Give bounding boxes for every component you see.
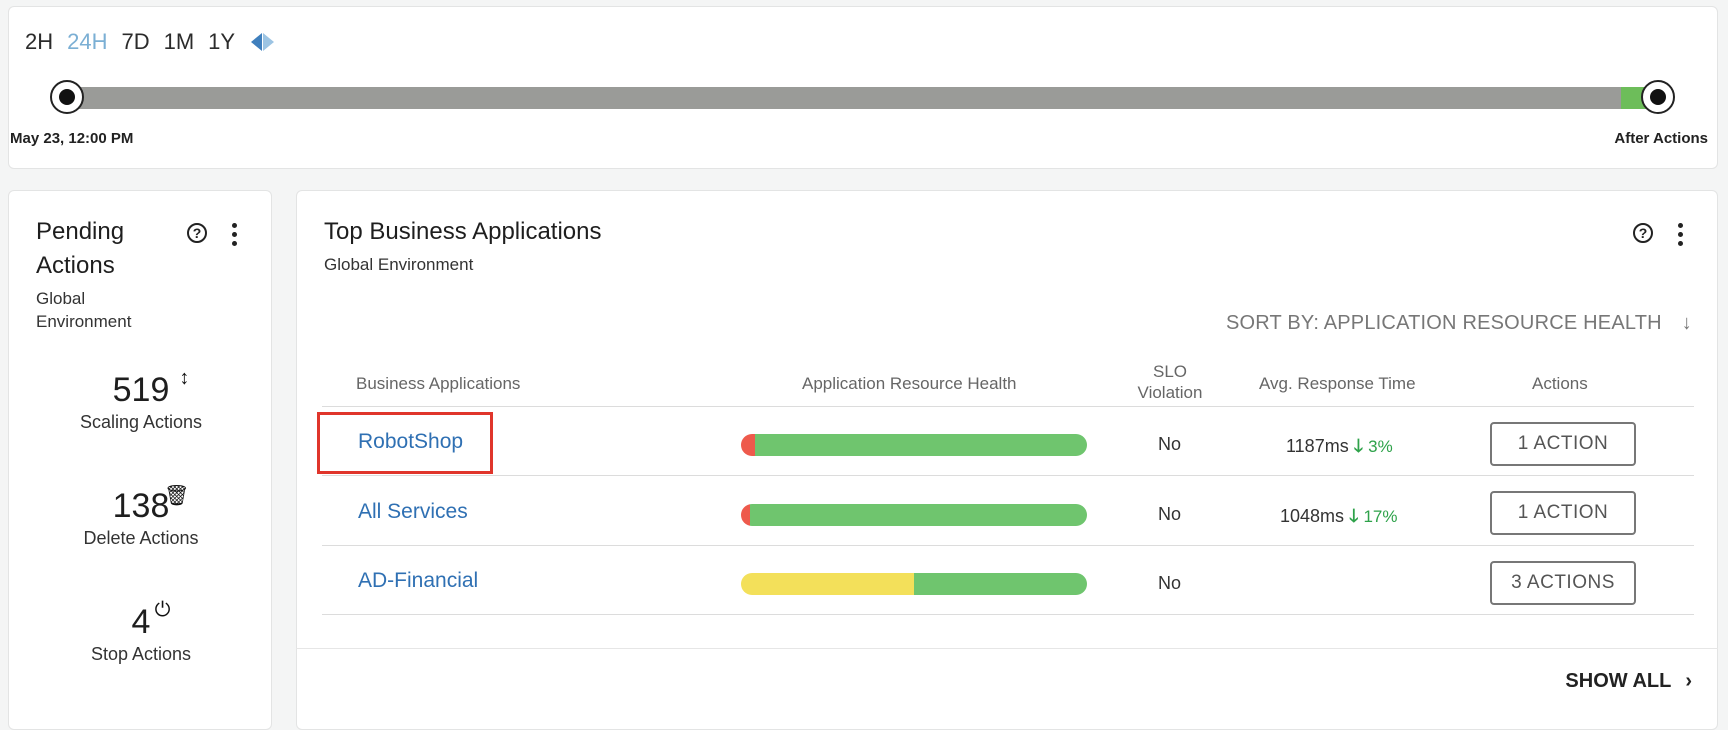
response-time-value: 1187ms	[1286, 436, 1349, 456]
sort-by-control[interactable]: SORT BY: APPLICATION RESOURCE HEALTH ↓	[1226, 312, 1692, 335]
time-range-tabs: 2H 24H 7D 1M 1Y	[25, 29, 275, 55]
timeline-end-handle[interactable]	[1641, 80, 1675, 114]
top-apps-subtitle: Global Environment	[324, 255, 474, 274]
tab-24h[interactable]: 24H	[67, 29, 107, 55]
scale-arrows-icon: ↕	[179, 367, 190, 389]
slo-violation-value: No	[1158, 573, 1182, 593]
slo-violation-value: No	[1158, 504, 1182, 524]
resource-health-bar	[741, 504, 1087, 526]
table-divider	[322, 545, 1694, 546]
pending-actions-subtitle-line1: Global	[36, 289, 86, 308]
column-header-actions: Actions	[1532, 374, 1588, 393]
top-apps-title: Top Business Applications	[324, 218, 602, 245]
health-segment-yellow	[741, 573, 914, 595]
health-segment-green	[749, 504, 1087, 526]
trash-icon: 🗑	[163, 485, 190, 507]
show-all-link[interactable]: SHOW ALL ›	[1565, 670, 1692, 693]
row-action-button[interactable]: 1 ACTION	[1490, 491, 1636, 535]
arrow-down-icon: 🡓	[1353, 436, 1364, 456]
timeline-slider-track[interactable]	[58, 87, 1661, 109]
scaling-actions-label: Scaling Actions	[79, 412, 203, 432]
response-change-percent: 17%	[1363, 507, 1398, 526]
table-divider	[322, 614, 1694, 615]
tab-1y[interactable]: 1Y	[208, 29, 235, 55]
more-options-icon[interactable]	[232, 223, 238, 250]
row-action-button[interactable]: 3 ACTIONS	[1490, 561, 1636, 605]
resource-health-bar	[741, 434, 1087, 456]
health-segment-green	[754, 434, 1087, 456]
avg-response-time: 1048ms 🡓 17%	[1280, 504, 1397, 534]
stop-actions-count: 4	[131, 603, 151, 641]
pending-actions-title-line2: Actions	[36, 252, 115, 279]
pending-actions-panel: Pending Actions Global Environment ? 519…	[8, 190, 272, 730]
top-apps-header: Top Business Applications Global Environ…	[324, 215, 602, 276]
scaling-actions-stat[interactable]: 519 ↕ Scaling Actions	[9, 367, 273, 433]
timeline-start-handle[interactable]	[50, 80, 84, 114]
table-divider	[322, 406, 1694, 407]
pending-actions-subtitle-line2: Environment	[36, 312, 132, 331]
stop-actions-stat[interactable]: 4 ⏻ Stop Actions	[9, 599, 273, 665]
stop-actions-label: Stop Actions	[90, 644, 192, 664]
table-divider	[322, 475, 1694, 476]
timeline-start-label: May 23, 12:00 PM	[10, 130, 134, 147]
show-all-label: SHOW ALL	[1565, 670, 1672, 692]
chevron-right-icon: ›	[1685, 670, 1692, 692]
app-link-all-services[interactable]: All Services	[358, 500, 468, 524]
column-header-avg-response-time: Avg. Response Time	[1259, 374, 1416, 393]
column-header-business-applications: Business Applications	[356, 374, 521, 393]
response-change-percent: 3%	[1368, 437, 1393, 456]
app-link-robotshop[interactable]: RobotShop	[358, 430, 463, 454]
avg-response-time: 1187ms 🡓 3%	[1286, 434, 1393, 464]
tab-2h[interactable]: 2H	[25, 29, 53, 55]
collapse-expand-icon[interactable]	[251, 33, 275, 51]
slo-header-line1: SLO	[1152, 362, 1188, 381]
pending-actions-title-line1: Pending	[36, 218, 125, 245]
health-segment-green	[914, 573, 1087, 595]
scaling-actions-count: 519	[112, 371, 170, 409]
column-header-slo-violation: SLO Violation	[1130, 361, 1210, 403]
pending-actions-header: Pending Actions Global Environment	[36, 215, 131, 333]
tab-7d[interactable]: 7D	[121, 29, 149, 55]
delete-actions-count: 138	[112, 487, 170, 525]
response-time-value: 1048ms	[1280, 506, 1345, 526]
sort-by-label: SORT BY: APPLICATION RESOURCE HEALTH	[1225, 312, 1662, 334]
panel-footer-divider	[296, 648, 1718, 649]
sort-direction-icon[interactable]: ↓	[1682, 312, 1692, 334]
help-icon[interactable]: ?	[187, 223, 207, 243]
tab-1m[interactable]: 1M	[164, 29, 195, 55]
timeline-end-label: After Actions	[1614, 130, 1708, 147]
row-action-button[interactable]: 1 ACTION	[1490, 422, 1636, 466]
arrow-down-icon: 🡓	[1349, 506, 1359, 526]
slo-header-line2: Violation	[1137, 383, 1203, 402]
column-header-resource-health: Application Resource Health	[802, 374, 1017, 393]
help-icon[interactable]: ?	[1633, 223, 1653, 243]
delete-actions-label: Delete Actions	[83, 528, 199, 548]
delete-actions-stat[interactable]: 138 🗑 Delete Actions	[9, 485, 273, 549]
resource-health-bar	[741, 573, 1087, 595]
power-icon: ⏻	[154, 599, 171, 621]
app-link-ad-financial[interactable]: AD-Financial	[358, 569, 478, 593]
more-options-icon[interactable]	[1678, 223, 1684, 250]
slo-violation-value: No	[1158, 434, 1182, 454]
